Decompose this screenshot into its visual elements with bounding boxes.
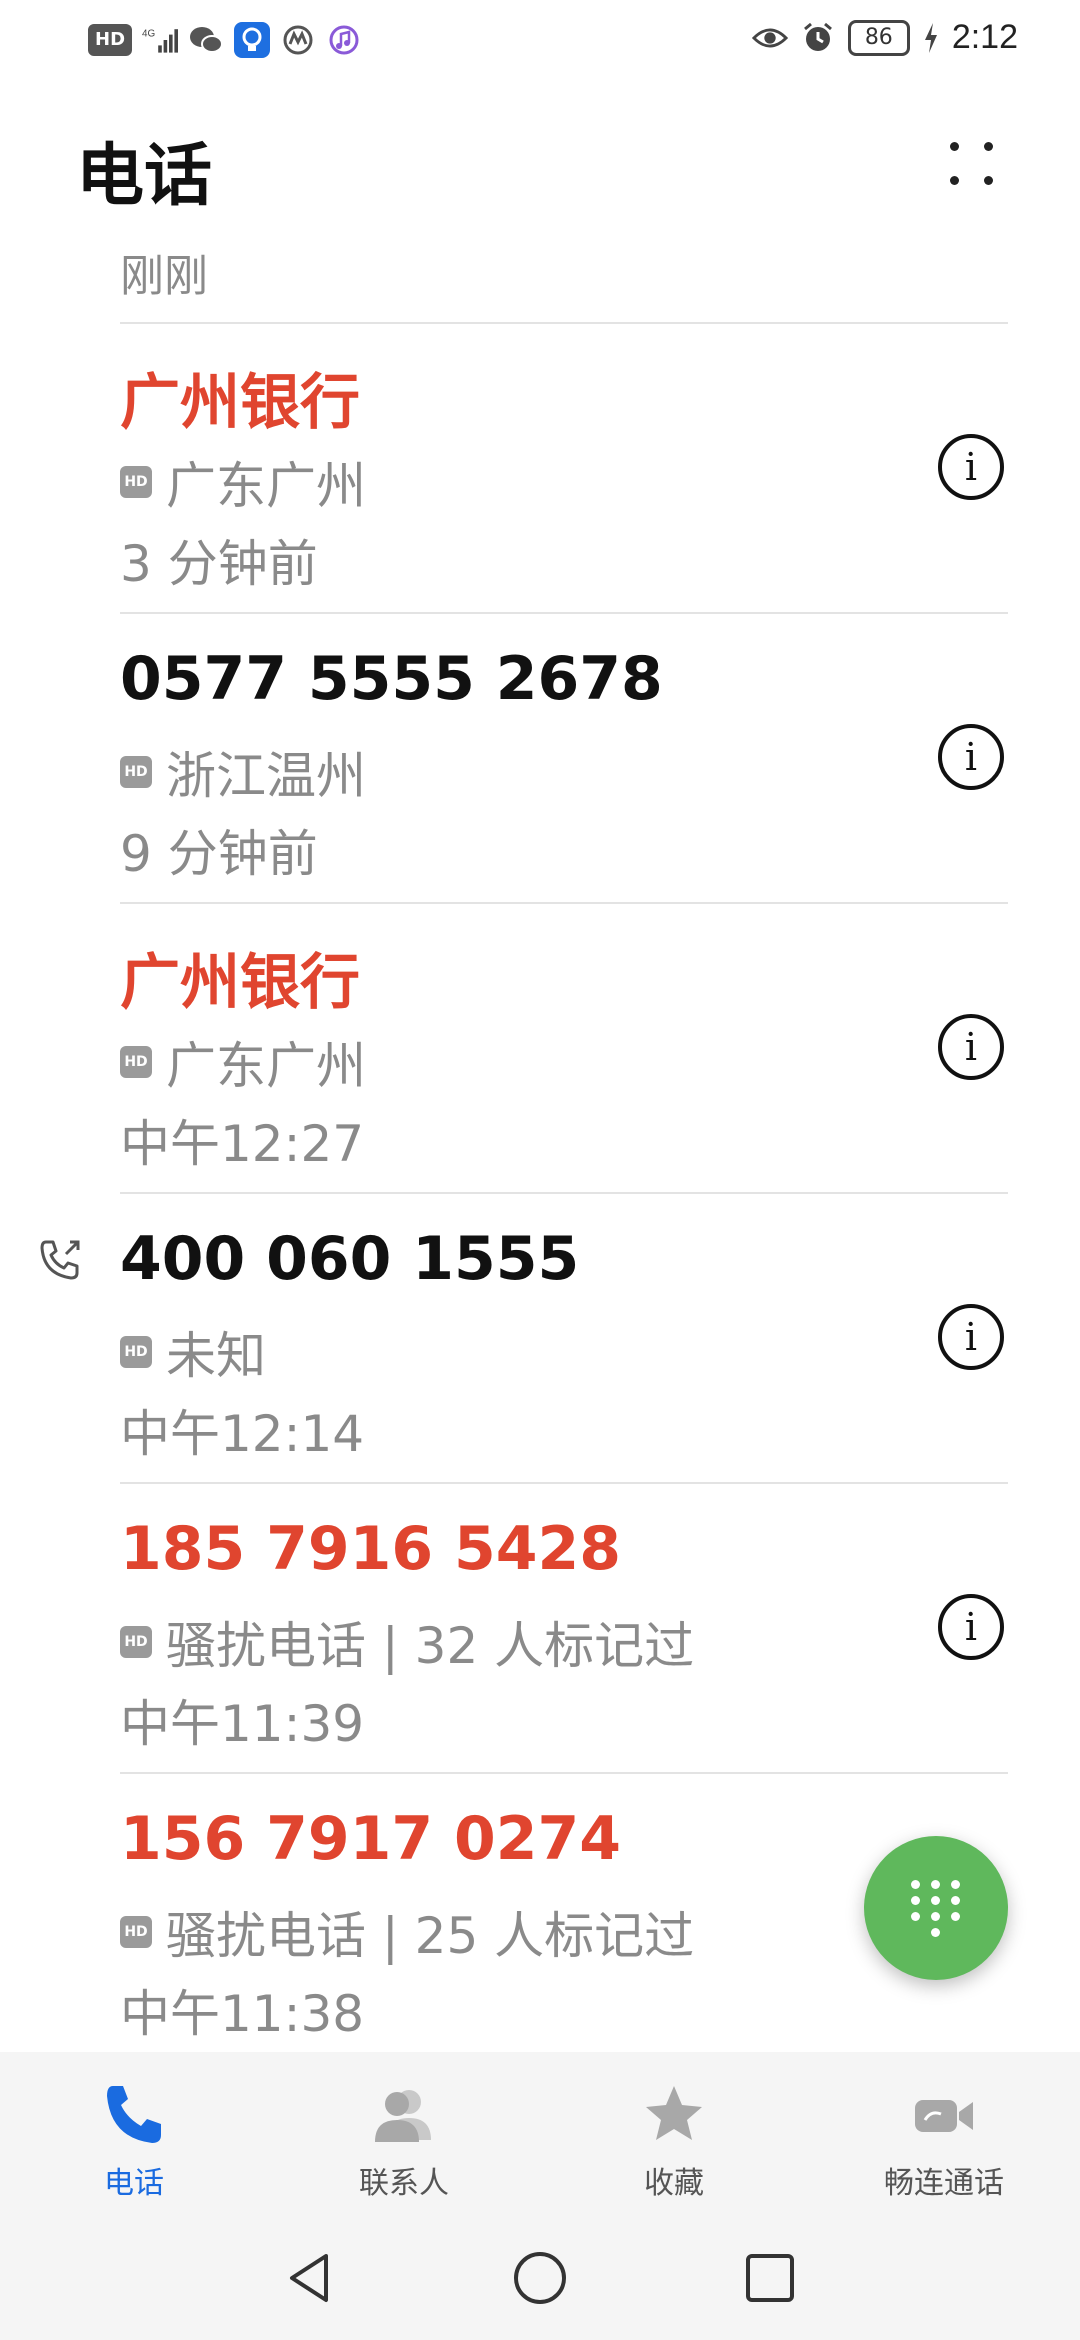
divider [120,1192,1008,1194]
charging-icon [922,20,940,56]
call-log-row[interactable]: 广州银行 HD 广东广州 中午12:27 i [0,902,1080,1192]
svg-text:4G: 4G [142,28,155,39]
recents-button[interactable] [740,2248,800,2308]
caller-name: 广州银行 [120,368,360,438]
phone-icon [99,2080,169,2150]
call-log-row[interactable]: 185 7916 5428 HD 骚扰电话 | 32 人标记过 中午11:39 … [0,1482,1080,1772]
tab-label: 电话 [104,2166,164,2201]
back-icon [290,2254,328,2302]
tab-phone[interactable]: 电话 [34,2080,234,2202]
caller-name: 156 7917 0274 [120,1804,622,1874]
call-time: 中午12:14 [120,1405,365,1463]
tab-label: 联系人 [359,2166,449,2201]
call-time: 中午11:39 [120,1695,365,1753]
caller-name: 185 7916 5428 [120,1514,622,1584]
outgoing-call-icon [36,1236,84,1284]
video-call-icon [909,2080,979,2150]
info-icon[interactable]: i [938,434,1004,500]
hd-badge-icon: HD [120,1626,152,1658]
caller-location: HD 浙江温州 [120,736,366,808]
call-log-row[interactable]: 广州银行 HD 广东广州 3 分钟前 i [0,322,1080,612]
tab-label: 收藏 [644,2166,704,2201]
battery-icon: 86 [847,19,910,56]
status-left: HD 4G [88,22,362,58]
divider [120,1772,1008,1774]
alarm-icon [800,20,836,56]
hd-badge-icon: HD [120,466,152,498]
dialpad-icon [911,1880,961,1937]
caller-name: 400 060 1555 [120,1224,580,1294]
dialpad-button[interactable] [864,1836,1008,1980]
divider [120,322,1008,324]
call-log-row[interactable]: 0577 5555 2678 HD 浙江温州 9 分钟前 i [0,612,1080,902]
bottom-nav: 电话 联系人 收藏 畅连通话 [0,2052,1080,2220]
location-text: 广东广州 [166,1037,366,1095]
star-icon [639,2080,709,2150]
tab-label: 畅连通话 [884,2166,1004,2201]
hd-badge-icon: HD [120,1046,152,1078]
call-time: 3 分钟前 [120,535,318,593]
hd-icon: HD [88,24,133,56]
app-icon [280,22,316,58]
clock: 2:12 [951,18,1018,56]
caller-location: HD 广东广州 [120,446,366,518]
hd-badge-icon: HD [120,1336,152,1368]
call-time: 中午12:27 [120,1115,365,1173]
location-text: 未知 [166,1327,266,1385]
call-log-row[interactable]: 400 060 1555 HD 未知 中午12:14 i [0,1192,1080,1482]
location-text: 浙江温州 [166,747,366,805]
music-icon [326,22,362,58]
call-time: 9 分钟前 [120,825,318,883]
bulb-icon [234,22,271,58]
home-icon [514,2252,566,2304]
caller-location: HD 广东广州 [120,1026,366,1098]
call-time: 中午11:38 [120,1985,365,2043]
home-button[interactable] [510,2248,570,2308]
status-bar: HD 4G 86 2:12 [0,0,1080,80]
contacts-icon [369,2080,439,2150]
caller-location: HD 骚扰电话 | 25 人标记过 [120,1896,694,1968]
more-options-button[interactable] [942,136,1002,192]
recents-icon [746,2254,794,2302]
info-icon[interactable]: i [938,724,1004,790]
caller-location: HD 未知 [120,1316,266,1388]
tab-meetime[interactable]: 畅连通话 [844,2080,1044,2202]
page-title: 电话 [76,137,213,216]
tab-contacts[interactable]: 联系人 [304,2080,504,2202]
caller-location: HD 骚扰电话 | 32 人标记过 [120,1606,694,1678]
tab-favorites[interactable]: 收藏 [574,2080,774,2202]
info-icon[interactable]: i [938,1304,1004,1370]
caller-name: 0577 5555 2678 [120,644,663,714]
divider [120,902,1008,904]
hd-badge-icon: HD [120,1916,152,1948]
location-text: 广东广州 [166,457,366,515]
system-nav-bar [0,2220,1080,2340]
wechat-icon [188,22,224,58]
eye-icon [751,20,788,56]
divider [120,1482,1008,1484]
info-icon[interactable]: i [938,1014,1004,1080]
signal-4g-icon: 4G [142,22,179,58]
location-text: 骚扰电话 | 32 人标记过 [166,1617,695,1675]
divider [120,612,1008,614]
location-text: 骚扰电话 | 25 人标记过 [166,1907,695,1965]
section-label: 刚刚 [120,251,208,302]
hd-badge-icon: HD [120,756,152,788]
info-icon[interactable]: i [938,1594,1004,1660]
back-button[interactable] [280,2248,340,2308]
status-right: 86 2:12 [751,18,1018,57]
caller-name: 广州银行 [120,948,360,1018]
